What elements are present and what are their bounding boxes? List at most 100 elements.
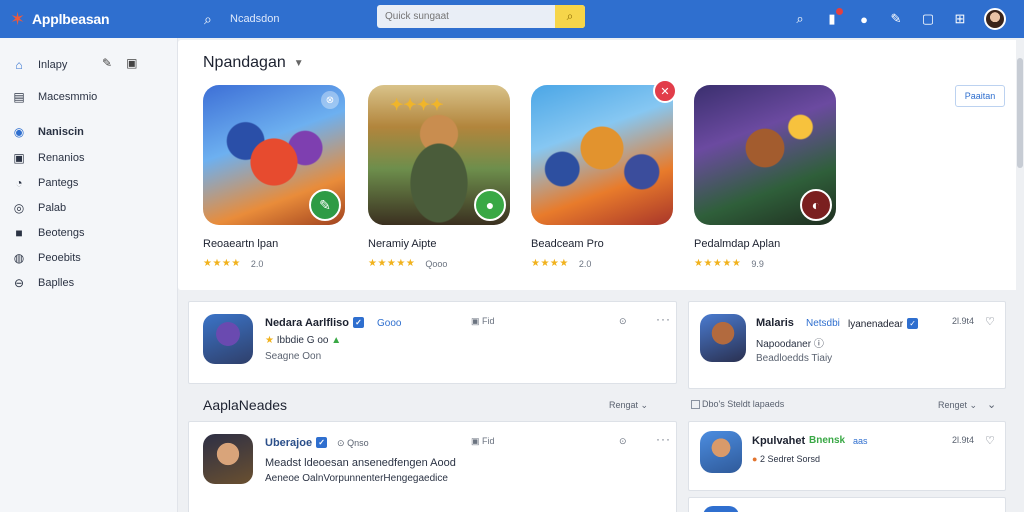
section-title: AaplaNeades (203, 397, 288, 413)
post-author[interactable]: Kpulvahet (752, 435, 805, 447)
side-post-card[interactable]: Kpulvahet Bnensk aas 2l.9t4 ♡ ● 2 Sedret… (688, 421, 1006, 491)
post-tag[interactable]: Bnensk (809, 435, 845, 446)
scrollbar-thumb[interactable] (1017, 58, 1023, 168)
sidebar-item-beotengs[interactable]: ■ Beotengs (12, 224, 84, 242)
featured-section: Npandagan ▼ Paaitan ⊗ ✎ Reoaeartn lpan ★… (178, 40, 1022, 290)
edit-icon[interactable]: ▢ (920, 11, 936, 27)
post-tag[interactable]: Gooo (377, 318, 401, 329)
sidebar-item-naniscin[interactable]: ◉ Naniscin (12, 123, 84, 141)
bell-icon[interactable]: ▮ (824, 8, 843, 27)
sidebar-item-macesmmio[interactable]: ▤ Macesmmio (12, 88, 97, 106)
star-icon: ★ (265, 335, 274, 346)
sidebar-item-label: Pantegs (38, 177, 79, 189)
more-icon[interactable]: ··· (656, 312, 671, 326)
search-button[interactable]: ⌕ (555, 5, 585, 28)
app-tile[interactable]: ⊗ ✎ Reoaeartn lpan ★★★★ 2.0 (203, 85, 345, 269)
post-action[interactable]: ▣ Fid (471, 316, 495, 327)
post-tag[interactable]: Netsdbi (806, 318, 840, 329)
post-avatar (700, 314, 746, 362)
post-action[interactable]: ▣ Fid (471, 436, 495, 447)
filter-checkbox[interactable]: Dbo's Steldt lapaeds (691, 399, 784, 409)
post-avatar (203, 434, 253, 484)
post-body-line: Aeneoe OalnVorpunnenterHengegaedice (265, 473, 448, 484)
collapse-icon[interactable]: ⌄ (987, 398, 996, 411)
post-card[interactable]: Nedara Aarlfliso ✓ Gooo ▣ Fid ⊙ ··· ★ Ibb… (188, 301, 677, 384)
post-line: Beadloedds Tiaiy (756, 353, 833, 364)
sort-dropdown-2[interactable]: Renget ⌄ (938, 400, 977, 411)
app-rating: ★★★★ 2.0 (203, 258, 345, 269)
featured-title[interactable]: Npandagan ▼ (203, 54, 304, 72)
notification-dot (836, 8, 843, 15)
scrollbar[interactable] (1016, 38, 1024, 512)
circle-icon: ◎ (13, 201, 25, 215)
side-post-card[interactable]: Malaris Netsdbi lyanenadear ✓ 2l.9t4 ♡ Na… (688, 301, 1006, 389)
app-tile[interactable]: ◐ Pedalmdap Aplan ★★★★★ 9.9 (694, 85, 836, 269)
sidebar-item-label: Macesmmio (38, 91, 98, 103)
sidebar-item-peoebits[interactable]: ◍ Peoebits (12, 249, 81, 267)
chevron-down-icon: ▼ (293, 57, 304, 69)
search-input[interactable] (377, 5, 555, 28)
fire-icon: ● (752, 454, 758, 464)
featured-title-text: Npandagan (203, 54, 286, 71)
post-author-name: Uberajoe (265, 437, 313, 449)
side-post-card[interactable] (688, 497, 1006, 512)
post-subtag: aas (853, 436, 868, 446)
avatar[interactable] (984, 8, 1006, 30)
camera-icon: ▣ (13, 151, 25, 165)
search-icon[interactable]: ⌕ (792, 11, 808, 27)
post-time: 2l.9t4 (952, 316, 975, 326)
post-tag[interactable]: ⊙ Qnso (337, 438, 369, 449)
star-rating-icon: ★★★★ (203, 258, 241, 269)
sidebar-item-inlapy[interactable]: ⌂ Inlapy (12, 56, 67, 74)
pen-icon[interactable]: ✎ (102, 56, 112, 70)
post-author[interactable]: Malaris (756, 317, 794, 329)
app-name: Pedalmdap Aplan (694, 238, 781, 250)
lock-icon[interactable]: ▣ (126, 56, 137, 70)
sidebar-item-pantegs[interactable]: ◔ Pantegs (12, 174, 78, 192)
top-search-link[interactable]: ⌕ Ncadsdon (204, 11, 374, 28)
sidebar-item-label: Naniscin (38, 126, 84, 138)
app-tile[interactable]: ✦✦✦✦ ● Neramiy Aipte ★★★★★ Qooo (368, 85, 510, 269)
grid-icon[interactable]: ⊞ (952, 11, 968, 27)
checkbox-label: Dbo's Steldt lapaeds (702, 399, 785, 409)
post-author[interactable]: Nedara Aarlfliso ✓ (265, 317, 364, 329)
app-name: Neramiy Aipte (368, 238, 437, 250)
post-author[interactable]: Uberajoe ✓ (265, 437, 328, 449)
more-icon[interactable]: ··· (656, 432, 671, 446)
star-rating-icon: ★★★★★ (694, 258, 742, 269)
post-card[interactable]: Uberajoe ✓ ⊙ Qnso ▣ Fid ⊙ ··· Meadst ldeo… (188, 421, 677, 512)
coin-icon: ⊖ (13, 276, 25, 290)
featured-action-button[interactable]: Paaitan (955, 85, 1005, 107)
app-badge-icon: ● (474, 189, 506, 221)
post-line-text: 2 Sedret Sorsd (759, 454, 820, 464)
post-avatar (700, 431, 742, 473)
post-line-text: Napoodaner (756, 339, 812, 350)
app-rating: ★★★★★ 9.9 (694, 258, 836, 269)
sort-dropdown[interactable]: Rengat ⌄ (609, 400, 648, 411)
brand[interactable]: ✶ Applbeasan (10, 10, 190, 28)
settings-icon[interactable]: ⊙ (619, 316, 627, 327)
tag-icon: ◔ (15, 176, 23, 190)
post-body: Meadst ldeoesan ansenedfengen Aood Aeneo… (265, 456, 456, 486)
chevron-down-icon: ⌄ (640, 400, 649, 410)
like-icon[interactable]: ♡ (985, 315, 995, 328)
app-rating: ★★★★★ Qooo (368, 258, 510, 269)
app-badge-icon: ✎ (309, 189, 341, 221)
share-icon: ▣ (471, 436, 480, 446)
notification-icon[interactable]: ● (856, 12, 872, 27)
app-name: Beadceam Pro (531, 238, 604, 250)
home-icon: ⌂ (15, 58, 23, 72)
sidebar-item-palab[interactable]: ◎ Palab (12, 199, 66, 217)
settings-icon[interactable]: ⊙ (619, 436, 627, 447)
sidebar-item-renanios[interactable]: ▣ Renanios (12, 149, 84, 167)
like-icon[interactable]: ♡ (985, 434, 995, 447)
sidebar-item-label: Baplles (38, 277, 75, 289)
sidebar-item-baplles[interactable]: ⊖ Baplles (12, 274, 74, 292)
app-rating: ★★★★ 2.0 (531, 258, 673, 269)
rating-value: Qooo (425, 258, 448, 269)
app-tile[interactable]: ✕ Beadceam Pro ★★★★ 2.0 (531, 79, 677, 269)
post-line: Napoodaner ⓘ (756, 335, 824, 350)
logo-icon: ✶ (10, 9, 26, 29)
app-name: Reoaeartn lpan (203, 238, 279, 250)
pin-icon[interactable]: ✎ (888, 11, 904, 27)
